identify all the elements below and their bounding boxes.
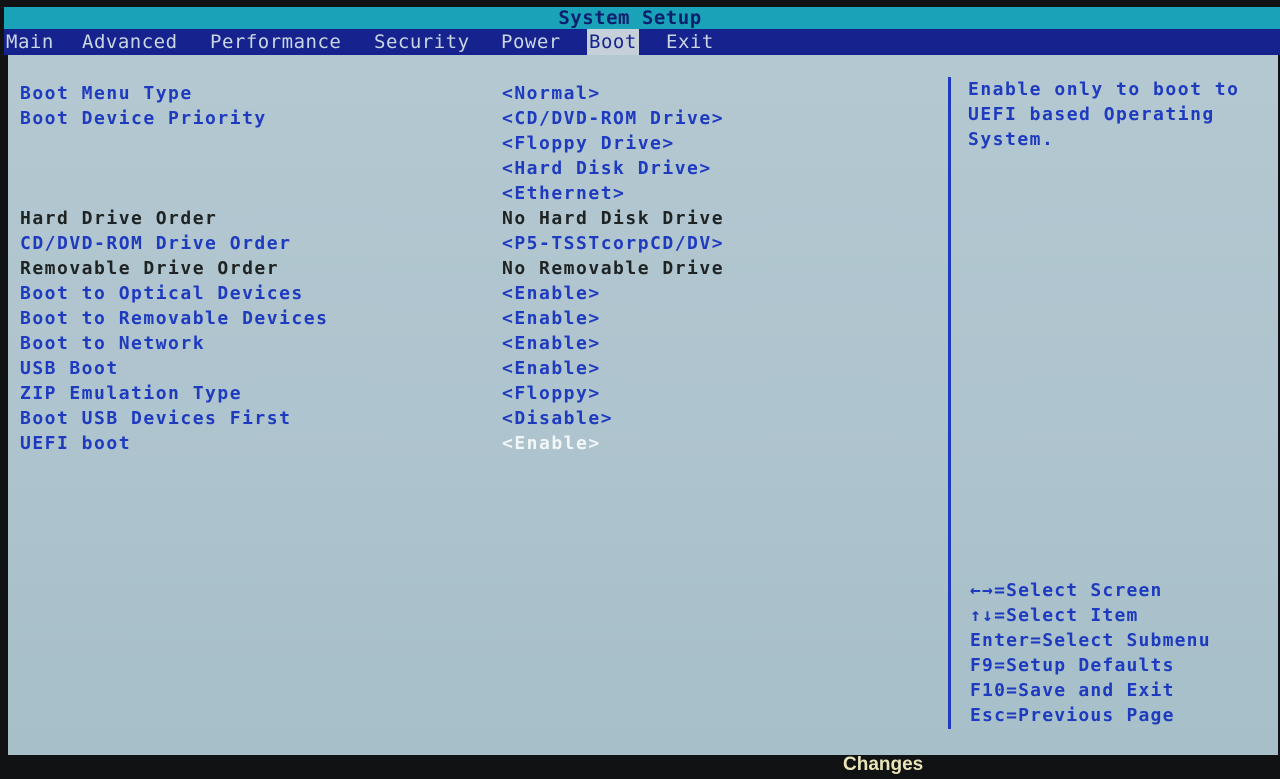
tab-main[interactable]: Main [4,29,56,55]
key-hint-previous-page: Esc=Previous Page [970,705,1175,726]
help-text: Enable only to boot to UEFI based Operat… [968,79,1240,150]
panel-divider [948,77,951,729]
setting-label[interactable]: USB Boot [20,358,119,379]
key-hint-setup-defaults: F9=Setup Defaults [970,655,1175,676]
setting-value[interactable]: <Enable> [502,358,601,379]
setting-label[interactable]: UEFI boot [20,433,131,454]
setting-value[interactable]: <Floppy> [502,383,601,404]
setting-value[interactable]: <Enable> [502,308,601,329]
setting-label[interactable]: Boot to Network [20,333,205,354]
title-bar: System Setup [4,7,1280,29]
setting-label[interactable]: Hard Drive Order [20,208,217,229]
tab-power[interactable]: Power [499,29,563,55]
status-text: Changes [843,754,924,775]
tab-boot[interactable]: Boot [587,29,639,55]
setting-value: No Hard Disk Drive [502,208,725,229]
setting-label[interactable]: Boot USB Devices First [20,408,291,429]
setting-label[interactable]: Boot to Removable Devices [20,308,328,329]
setting-value[interactable]: <Enable> [502,283,601,304]
key-hint-select-screen: ←→=Select Screen [970,580,1163,601]
setting-label[interactable]: Boot Device Priority [20,108,267,129]
setting-value[interactable]: <CD/DVD-ROM Drive> [502,108,724,129]
setting-value[interactable]: <P5-TSSTcorpCD/DV> [502,233,724,254]
setting-value: No Removable Drive [502,258,725,279]
setting-label[interactable]: Boot Menu Type [20,83,193,104]
tab-advanced[interactable]: Advanced [80,29,180,55]
window-title: System Setup [558,7,702,29]
tab-bar: Main Advanced Performance Security Power… [4,29,1280,55]
key-hint-select-item: ↑↓=Select Item [970,605,1139,626]
setting-value-selected[interactable]: <Enable> [502,433,601,454]
setting-label[interactable]: ZIP Emulation Type [20,383,242,404]
setting-value[interactable]: <Floppy Drive> [502,133,675,154]
key-hint-select-submenu: Enter=Select Submenu [970,630,1211,651]
key-legend: ←→=Select Screen ↑↓=Select Item Enter=Se… [970,578,1211,728]
tab-security[interactable]: Security [372,29,472,55]
setting-label[interactable]: Boot to Optical Devices [20,283,304,304]
setting-value[interactable]: <Enable> [502,333,601,354]
setting-label[interactable]: CD/DVD-ROM Drive Order [20,233,291,254]
tab-performance[interactable]: Performance [208,29,343,55]
setting-value[interactable]: <Disable> [502,408,613,429]
tab-exit[interactable]: Exit [664,29,716,55]
setting-value[interactable]: <Normal> [502,83,601,104]
setting-value[interactable]: <Hard Disk Drive> [502,158,712,179]
setting-label[interactable]: Removable Drive Order [20,258,279,279]
setting-value[interactable]: <Ethernet> [502,183,625,204]
settings-panel: Boot Menu Type <Normal> Boot Device Priori… [8,55,1278,755]
key-hint-save-exit: F10=Save and Exit [970,680,1175,701]
